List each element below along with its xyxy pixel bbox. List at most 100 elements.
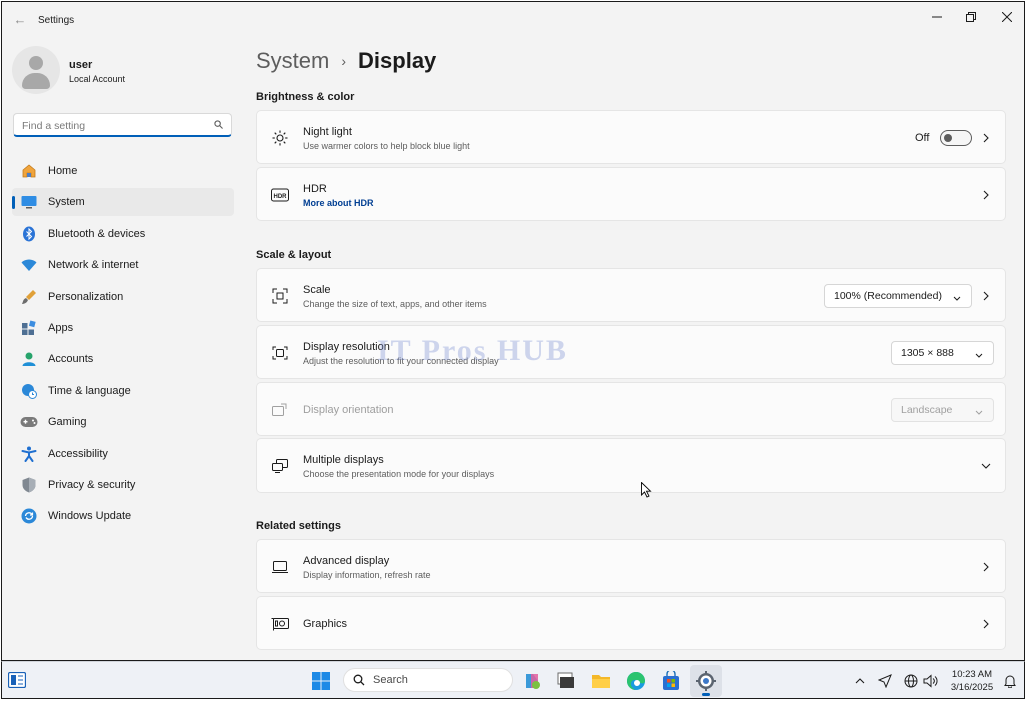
sidebar-item-label: Apps	[48, 321, 74, 334]
sidebar-item-apps[interactable]: Apps	[12, 314, 234, 342]
graphics-card[interactable]: Graphics	[256, 596, 1006, 650]
chevron-right-icon[interactable]	[981, 619, 991, 629]
settings-taskbar-button[interactable]	[690, 665, 722, 697]
more-about-hdr-link[interactable]: More about HDR	[303, 198, 374, 208]
profile-account-type: Local Account	[69, 74, 126, 84]
sidebar-item-label: Accounts	[48, 353, 94, 366]
hdr-card[interactable]: HDR HDR More about HDR	[256, 167, 1006, 221]
scale-dropdown[interactable]: 100% (Recommended)	[824, 284, 972, 308]
section-related-settings: Related settings	[256, 520, 341, 532]
bluetooth-icon	[20, 225, 38, 243]
display-orientation-title: Display orientation	[303, 404, 394, 416]
sidebar-item-bluetooth[interactable]: Bluetooth & devices	[12, 220, 234, 248]
sidebar-item-accessibility[interactable]: Accessibility	[12, 440, 234, 468]
hdr-icon: HDR	[271, 186, 289, 204]
orientation-dropdown: Landscape	[891, 398, 994, 422]
display-resolution-title: Display resolution	[303, 341, 390, 353]
breadcrumb-parent[interactable]: System	[256, 48, 329, 74]
sun-icon	[271, 129, 289, 147]
edge-browser-icon[interactable]	[624, 669, 648, 693]
taskbar-search-label: Search	[373, 674, 408, 686]
sidebar-item-label: Privacy & security	[48, 478, 136, 491]
section-brightness-color: Brightness & color	[256, 91, 355, 103]
sidebar-item-personalization[interactable]: Personalization	[12, 283, 234, 311]
location-icon[interactable]	[876, 672, 894, 690]
multiple-displays-card[interactable]: Multiple displays Choose the presentatio…	[256, 438, 1006, 493]
network-globe-icon[interactable]	[902, 672, 920, 690]
night-light-title: Night light	[303, 126, 352, 138]
apps-icon	[20, 319, 38, 337]
scale-subtitle: Change the size of text, apps, and other…	[303, 299, 487, 309]
close-button[interactable]	[990, 6, 1024, 28]
advanced-display-card[interactable]: Advanced display Display information, re…	[256, 539, 1006, 593]
sidebar-item-time-language[interactable]: Time & language	[12, 377, 234, 405]
scale-icon	[271, 287, 289, 305]
sidebar-item-gaming[interactable]: Gaming	[12, 408, 234, 436]
minimize-button[interactable]	[920, 6, 954, 28]
breadcrumb-separator: ›	[341, 53, 347, 69]
home-icon	[20, 162, 38, 180]
resolution-icon	[271, 344, 289, 362]
taskbar: Search 10:23 AM 3/16/2025	[1, 661, 1025, 699]
sidebar-nav: Home System Bluetooth & devices Network …	[12, 157, 234, 534]
window-title: Settings	[38, 15, 75, 26]
start-button[interactable]	[309, 669, 333, 693]
widgets-icon[interactable]	[7, 671, 27, 689]
sidebar-item-system[interactable]: System	[12, 188, 234, 217]
wifi-icon	[20, 256, 38, 274]
clock-date: 3/16/2025	[950, 682, 994, 693]
scale-title: Scale	[303, 284, 331, 296]
shield-icon	[20, 476, 38, 494]
display-orientation-card: Display orientation Landscape	[256, 382, 1006, 436]
search-input[interactable]	[20, 117, 204, 135]
chevron-right-icon[interactable]	[981, 562, 991, 572]
night-light-card[interactable]: Night light Use warmer colors to help bl…	[256, 110, 1006, 164]
multiple-displays-title: Multiple displays	[303, 454, 384, 466]
sidebar-item-label: System	[48, 196, 85, 209]
restore-icon	[966, 12, 976, 22]
show-hidden-icons-chevron-up-icon[interactable]	[851, 672, 869, 690]
microsoft-store-icon[interactable]	[659, 669, 683, 693]
display-resolution-card[interactable]: Display resolution Adjust the resolution…	[256, 325, 1006, 379]
minimize-icon	[932, 16, 942, 18]
chevron-down-icon[interactable]	[981, 461, 991, 471]
chevron-right-icon[interactable]	[981, 190, 991, 200]
night-light-toggle[interactable]	[940, 130, 972, 146]
user-profile[interactable]: user Local Account	[12, 46, 232, 96]
title-bar: ← Settings	[2, 2, 1024, 38]
back-arrow-icon[interactable]: ←	[12, 12, 28, 28]
monitor-icon	[271, 558, 289, 576]
taskbar-search[interactable]: Search	[343, 668, 513, 692]
sidebar-item-accounts[interactable]: Accounts	[12, 345, 234, 373]
system-clock[interactable]: 10:23 AM 3/16/2025	[947, 668, 997, 694]
advanced-display-title: Advanced display	[303, 555, 390, 567]
resolution-dropdown-value: 1305 × 888	[901, 347, 954, 359]
sidebar-item-home[interactable]: Home	[12, 157, 234, 185]
clock-time: 10:23 AM	[951, 669, 993, 680]
file-explorer-icon[interactable]	[589, 669, 613, 693]
sidebar-item-windows-update[interactable]: Windows Update	[12, 502, 234, 530]
sidebar-item-privacy-security[interactable]: Privacy & security	[12, 471, 234, 499]
chevron-right-icon[interactable]	[981, 291, 991, 301]
search-box[interactable]	[13, 113, 232, 137]
chevron-right-icon[interactable]	[981, 133, 991, 143]
hdr-title: HDR	[303, 183, 327, 195]
breadcrumb: System › Display	[256, 46, 436, 76]
graphics-title: Graphics	[303, 618, 348, 630]
accessibility-icon	[20, 445, 38, 463]
sidebar-item-network[interactable]: Network & internet	[12, 251, 234, 279]
gamepad-icon	[20, 413, 38, 431]
restore-button[interactable]	[954, 6, 988, 28]
scale-card[interactable]: Scale Change the size of text, apps, and…	[256, 268, 1006, 322]
volume-icon[interactable]	[922, 672, 940, 690]
notifications-bell-icon[interactable]	[1001, 672, 1019, 690]
orientation-dropdown-value: Landscape	[901, 404, 953, 416]
mouse-cursor-icon	[641, 481, 652, 503]
task-view-icon[interactable]	[554, 669, 578, 693]
resolution-dropdown[interactable]: 1305 × 888	[891, 341, 994, 365]
chevron-down-icon	[975, 407, 983, 419]
night-light-subtitle: Use warmer colors to help block blue lig…	[303, 141, 470, 151]
chevron-down-icon	[975, 350, 983, 362]
copilot-icon[interactable]	[520, 669, 544, 693]
night-light-state: Off	[915, 132, 930, 144]
